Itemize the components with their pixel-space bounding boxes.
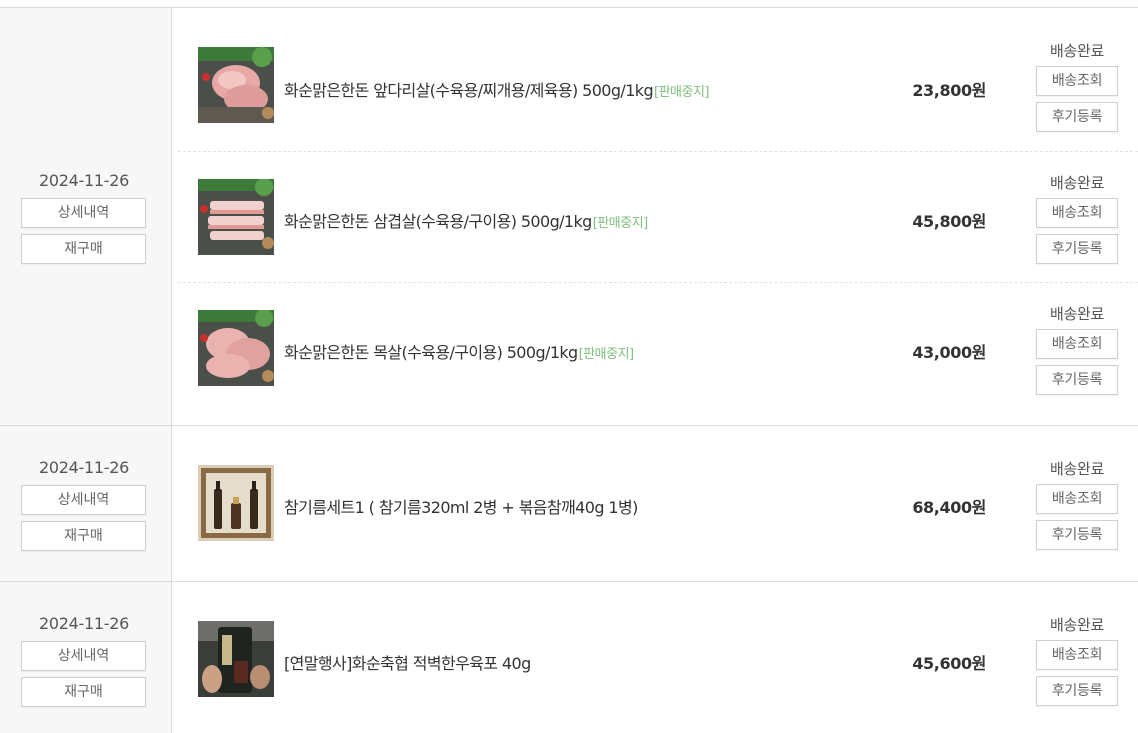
product-name-text[interactable]: 화순맑은한돈 목살(수육용/구이용) 500g/1kg [284,343,578,362]
order-date-cell: 2024-11-26 상세내역 재구매 [0,8,172,425]
order-group: 2024-11-26 상세내역 재구매 참기름세트1 ( 참기름320ml 2병… [0,426,1138,582]
product-thumbnail[interactable] [198,621,274,697]
product-thumbnail[interactable] [198,465,274,541]
product-thumbnail[interactable] [198,47,274,123]
order-date-cell: 2024-11-26 상세내역 재구매 [0,582,172,733]
track-delivery-button[interactable]: 배송조회 [1036,198,1118,228]
order-group: 2024-11-26 상세내역 재구매 [연말행사]화순축협 적벽한우육포 40… [0,582,1138,733]
order-item: 화순맑은한돈 삼겹살(수육용/구이용) 500g/1kg[판매중지] 45,80… [178,152,1138,283]
write-review-button[interactable]: 후기등록 [1036,102,1118,132]
sale-stopped-badge: [판매중지] [592,216,648,231]
write-review-button[interactable]: 후기등록 [1036,676,1118,706]
reorder-button[interactable]: 재구매 [21,521,146,551]
sale-stopped-badge: [판매중지] [578,347,634,362]
write-review-button[interactable]: 후기등록 [1036,234,1118,264]
product-name[interactable]: 참기름세트1 ( 참기름320ml 2병 + 볶음참깨40g 1병) [284,494,638,518]
product-name[interactable]: 화순맑은한돈 목살(수육용/구이용) 500g/1kg[판매중지] [284,339,634,363]
order-item: 화순맑은한돈 앞다리살(수육용/찌개용/제육용) 500g/1kg[판매중지] … [178,8,1138,152]
delivery-status: 배송완료 [1049,305,1104,323]
sale-stopped-badge: [판매중지] [654,85,709,100]
product-name-text[interactable]: 참기름세트1 ( 참기름320ml 2병 + 볶음참깨40g 1병) [284,498,638,517]
product-name[interactable]: 화순맑은한돈 앞다리살(수육용/찌개용/제육용) 500g/1kg[판매중지] [284,77,709,101]
delivery-status: 배송완료 [1049,174,1104,192]
product-price: 45,800원 [912,212,986,231]
product-price: 68,400원 [912,498,986,517]
product-thumbnail[interactable] [198,310,274,386]
product-price: 23,800원 [912,81,986,100]
track-delivery-button[interactable]: 배송조회 [1036,66,1118,96]
write-review-button[interactable]: 후기등록 [1036,365,1118,395]
product-name[interactable]: 화순맑은한돈 삼겹살(수육용/구이용) 500g/1kg[판매중지] [284,208,648,232]
product-name-text[interactable]: 화순맑은한돈 삼겹살(수육용/구이용) 500g/1kg [284,212,592,231]
order-group: 2024-11-26 상세내역 재구매 화순맑은한돈 앞다리살(수육용/찌개용/… [0,8,1138,426]
order-detail-button[interactable]: 상세내역 [21,641,146,671]
order-item: [연말행사]화순축협 적벽한우육포 40g 45,600원 배송완료 배송조회 … [178,582,1138,733]
order-item: 참기름세트1 ( 참기름320ml 2병 + 볶음참깨40g 1병) 68,40… [178,426,1138,581]
track-delivery-button[interactable]: 배송조회 [1036,484,1118,514]
product-name[interactable]: [연말행사]화순축협 적벽한우육포 40g [284,650,531,674]
order-detail-button[interactable]: 상세내역 [21,198,146,228]
reorder-button[interactable]: 재구매 [21,234,146,264]
product-price: 45,600원 [912,654,986,673]
track-delivery-button[interactable]: 배송조회 [1036,640,1118,670]
delivery-status: 배송완료 [1049,42,1104,60]
order-date: 2024-11-26 [39,614,129,633]
order-date: 2024-11-26 [39,171,129,190]
order-date: 2024-11-26 [39,458,129,477]
write-review-button[interactable]: 후기등록 [1036,520,1118,550]
product-price: 43,000원 [912,343,986,362]
order-detail-button[interactable]: 상세내역 [21,485,146,515]
track-delivery-button[interactable]: 배송조회 [1036,329,1118,359]
product-thumbnail[interactable] [198,179,274,255]
reorder-button[interactable]: 재구매 [21,677,146,707]
delivery-status: 배송완료 [1049,460,1104,478]
product-name-text[interactable]: [연말행사]화순축협 적벽한우육포 40g [284,654,531,673]
order-date-cell: 2024-11-26 상세내역 재구매 [0,426,172,581]
order-item: 화순맑은한돈 목살(수육용/구이용) 500g/1kg[판매중지] 43,000… [178,283,1138,426]
product-name-text[interactable]: 화순맑은한돈 앞다리살(수육용/찌개용/제육용) 500g/1kg [284,81,654,100]
delivery-status: 배송완료 [1049,616,1104,634]
